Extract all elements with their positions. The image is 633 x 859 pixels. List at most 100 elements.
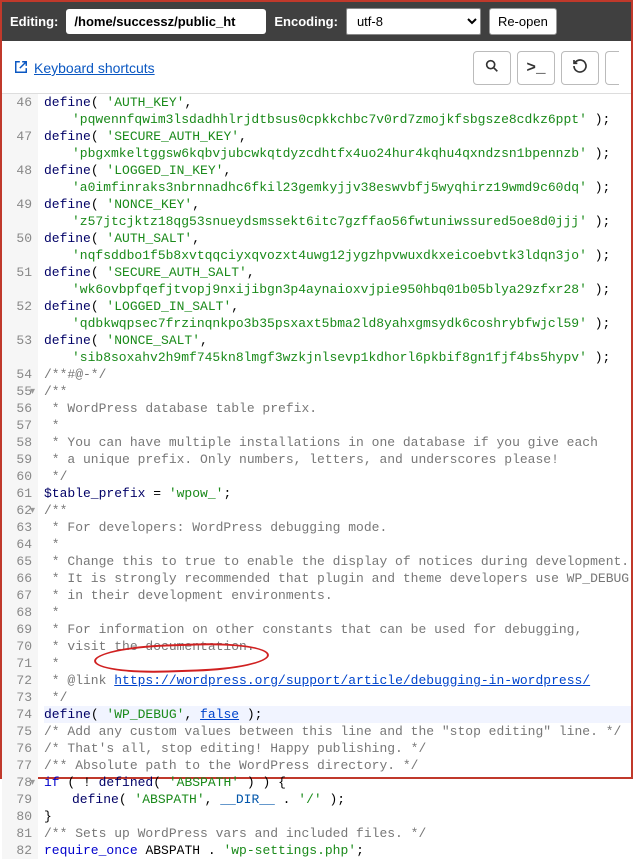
code-token: define (44, 197, 91, 212)
code-token: , (184, 707, 200, 722)
code-line[interactable]: 'pqwennfqwim3lsdadhhlrjdtbsus0cpkkchbc7v… (44, 111, 631, 128)
code-line[interactable]: * You can have multiple installations in… (44, 434, 631, 451)
line-number: 69 (6, 621, 32, 638)
code-token: , (239, 129, 247, 144)
code-token: 'AUTH_KEY' (106, 95, 184, 110)
code-token: ( (91, 299, 107, 314)
code-token: ; (223, 486, 231, 501)
line-number (6, 315, 32, 332)
code-editor[interactable]: 46474849505152535455▾56575859606162▾6364… (2, 93, 631, 859)
code-token: define (44, 95, 91, 110)
code-line[interactable]: * WordPress database table prefix. (44, 400, 631, 417)
code-line[interactable]: /* That's all, stop editing! Happy publi… (44, 740, 631, 757)
code-token: ); (239, 707, 262, 722)
code-token: , (231, 299, 239, 314)
code-line[interactable]: * (44, 655, 631, 672)
code-line[interactable]: */ (44, 468, 631, 485)
code-line[interactable]: * For developers: WordPress debugging mo… (44, 519, 631, 536)
code-line[interactable]: define( 'SECURE_AUTH_SALT', (44, 264, 631, 281)
code-line[interactable]: * Change this to true to enable the disp… (44, 553, 631, 570)
line-number: 65 (6, 553, 32, 570)
fold-icon[interactable]: ▾ (30, 384, 35, 401)
fold-icon[interactable]: ▾ (30, 503, 35, 520)
code-line[interactable]: /* Add any custom values between this li… (44, 723, 631, 740)
code-line[interactable]: require_once ABSPATH . 'wp-settings.php'… (44, 842, 631, 859)
code-line[interactable]: * a unique prefix. Only numbers, letters… (44, 451, 631, 468)
code-line[interactable]: define( 'AUTH_SALT', (44, 230, 631, 247)
code-area[interactable]: define( 'AUTH_KEY','pqwennfqwim3lsdadhhl… (38, 94, 631, 859)
external-link-icon (14, 60, 28, 77)
code-line[interactable]: 'qdbkwqpsec7frzinqnkpo3b35psxaxt5bma2ld8… (44, 315, 631, 332)
code-line[interactable]: if ( ! defined( 'ABSPATH' ) ) { (44, 774, 631, 791)
file-path-input[interactable] (66, 9, 266, 34)
encoding-label: Encoding: (274, 14, 338, 29)
encoding-select[interactable]: utf-8 (346, 8, 481, 35)
line-number: 68 (6, 604, 32, 621)
code-token: * For developers: WordPress debugging mo… (44, 520, 387, 535)
undo-icon (572, 58, 588, 79)
line-number: 76 (6, 740, 32, 757)
line-number: 59 (6, 451, 32, 468)
code-line[interactable]: /** (44, 502, 631, 519)
code-line[interactable]: */ (44, 689, 631, 706)
code-line[interactable]: * It is strongly recommended that plugin… (44, 570, 631, 587)
code-line[interactable]: /**#@-*/ (44, 366, 631, 383)
code-line[interactable]: define( 'LOGGED_IN_KEY', (44, 162, 631, 179)
line-number (6, 111, 32, 128)
code-token: . (275, 792, 298, 807)
keyboard-shortcuts-link[interactable]: Keyboard shortcuts (14, 60, 155, 77)
code-line[interactable]: * (44, 417, 631, 434)
code-token: , (205, 792, 221, 807)
code-line[interactable]: define( 'SECURE_AUTH_KEY', (44, 128, 631, 145)
code-line[interactable]: * @link https://wordpress.org/support/ar… (44, 672, 631, 689)
code-line[interactable]: 'sib8soxahv2h9mf745kn8lmgf3wzkjnlsevp1kd… (44, 349, 631, 366)
code-token: ( (91, 95, 107, 110)
code-line[interactable]: * visit the documentation. (44, 638, 631, 655)
search-button[interactable] (473, 51, 511, 85)
code-token: define (44, 231, 91, 246)
code-token: ( (91, 707, 107, 722)
reopen-button[interactable]: Re-open (489, 8, 557, 35)
code-token: /** (44, 503, 67, 518)
code-line[interactable]: define( 'LOGGED_IN_SALT', (44, 298, 631, 315)
code-line[interactable]: define( 'NONCE_KEY', (44, 196, 631, 213)
code-line[interactable]: define( 'WP_DEBUG', false ); (44, 706, 631, 723)
line-number: 55▾ (6, 383, 32, 400)
code-line[interactable]: 'z57jtcjktz18qg53snueydsmssekt6itc7gzffa… (44, 213, 631, 230)
code-token: , (192, 231, 200, 246)
code-line[interactable]: * (44, 536, 631, 553)
code-token: * (44, 537, 60, 552)
code-line[interactable]: /** (44, 383, 631, 400)
code-token: * For information on other constants tha… (44, 622, 582, 637)
undo-button[interactable] (561, 51, 599, 85)
code-token: ); (322, 792, 345, 807)
line-number: 52 (6, 298, 32, 315)
code-token: '/' (298, 792, 321, 807)
code-line[interactable]: 'a0imfinraks3nbrnnadhc6fkil23gemkyjjv38e… (44, 179, 631, 196)
code-line[interactable]: * For information on other constants tha… (44, 621, 631, 638)
code-line[interactable]: /** Sets up WordPress vars and included … (44, 825, 631, 842)
code-line[interactable]: 'wk6ovbpfqefjtvopj9nxijibgn3p4aynaioxvjp… (44, 281, 631, 298)
fold-icon[interactable]: ▾ (30, 775, 35, 792)
code-token: ( (91, 163, 107, 178)
code-line[interactable]: } (44, 808, 631, 825)
code-token: * (44, 656, 60, 671)
code-line[interactable]: define( 'NONCE_SALT', (44, 332, 631, 349)
terminal-button[interactable]: >_ (517, 51, 555, 85)
code-line[interactable]: define( 'ABSPATH', __DIR__ . '/' ); (44, 791, 631, 808)
code-token: define (72, 792, 119, 807)
code-line[interactable]: 'nqfsddbo1f5b8xvtqqciyxqvozxt4uwg12jygzh… (44, 247, 631, 264)
redo-button[interactable] (605, 51, 619, 85)
code-token: ); (587, 316, 610, 331)
code-token: /* Add any custom values between this li… (44, 724, 621, 739)
code-line[interactable]: 'pbgxmkeltggsw6kqbvjubcwkqtdyzcdhtfx4uo2… (44, 145, 631, 162)
code-line[interactable]: define( 'AUTH_KEY', (44, 94, 631, 111)
code-line[interactable]: /** Absolute path to the WordPress direc… (44, 757, 631, 774)
code-line[interactable]: * (44, 604, 631, 621)
code-token: , (192, 197, 200, 212)
code-line[interactable]: * in their development environments. (44, 587, 631, 604)
code-line[interactable]: $table_prefix = 'wpow_'; (44, 485, 631, 502)
code-token: ); (587, 282, 610, 297)
code-token: https://wordpress.org/support/article/de… (114, 673, 590, 688)
top-toolbar: Editing: Encoding: utf-8 Re-open (2, 2, 631, 41)
